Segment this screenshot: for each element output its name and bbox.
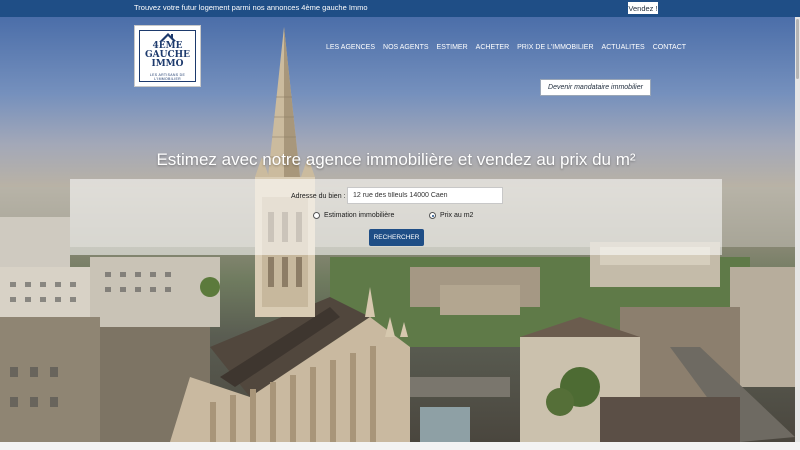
page-bottom-strip [0, 442, 800, 450]
logo-frame: 4EME GAUCHE IMMO LES ARTISANS DE L'IMMOB… [139, 30, 196, 82]
radio-prix-m2-label: Prix au m2 [440, 212, 474, 219]
radio-estimation[interactable]: Estimation immobilière [313, 212, 394, 219]
radio-prix-m2[interactable]: Prix au m2 [429, 212, 473, 219]
nav-item-estimer[interactable]: ESTIMER [437, 44, 468, 51]
vertical-scrollbar[interactable] [795, 17, 800, 442]
scrollbar-thumb[interactable] [796, 19, 799, 79]
nav-item-actualites[interactable]: ACTUALITES [602, 44, 645, 51]
search-button[interactable]: RECHERCHER [369, 229, 424, 246]
address-input[interactable] [347, 187, 503, 204]
logo-line-3: IMMO [151, 59, 184, 69]
sell-button[interactable]: Vendez ! [627, 1, 659, 15]
nav-item-agents[interactable]: NOS AGENTS [383, 44, 429, 51]
nav-item-agences[interactable]: LES AGENCES [326, 44, 375, 51]
hero-headline: Estimez avec notre agence immobilière et… [156, 150, 636, 169]
house-roof-icon [160, 33, 176, 41]
become-agent-button[interactable]: Devenir mandataire immobilier [540, 79, 651, 96]
radio-estimation-dot[interactable] [313, 212, 320, 219]
announcement-text: Trouvez votre futur logement parmi nos a… [134, 3, 368, 12]
top-announcement-bar: Trouvez votre futur logement parmi nos a… [0, 0, 800, 17]
address-label: Adresse du bien : [291, 193, 346, 200]
site-logo[interactable]: 4EME GAUCHE IMMO LES ARTISANS DE L'IMMOB… [134, 25, 201, 87]
radio-estimation-label: Estimation immobilière [324, 212, 395, 219]
nav-item-acheter[interactable]: ACHETER [476, 44, 509, 51]
logo-tagline: LES ARTISANS DE L'IMMOBILIER [149, 73, 186, 81]
nav-item-prix-immobilier[interactable]: PRIX DE L'IMMOBILIER [517, 44, 593, 51]
radio-prix-m2-dot[interactable] [429, 212, 436, 219]
main-navigation: LES AGENCES NOS AGENTS ESTIMER ACHETER P… [326, 44, 686, 51]
nav-item-contact[interactable]: CONTACT [653, 44, 686, 51]
logo-wordmark: 4EME GAUCHE IMMO [140, 42, 195, 69]
